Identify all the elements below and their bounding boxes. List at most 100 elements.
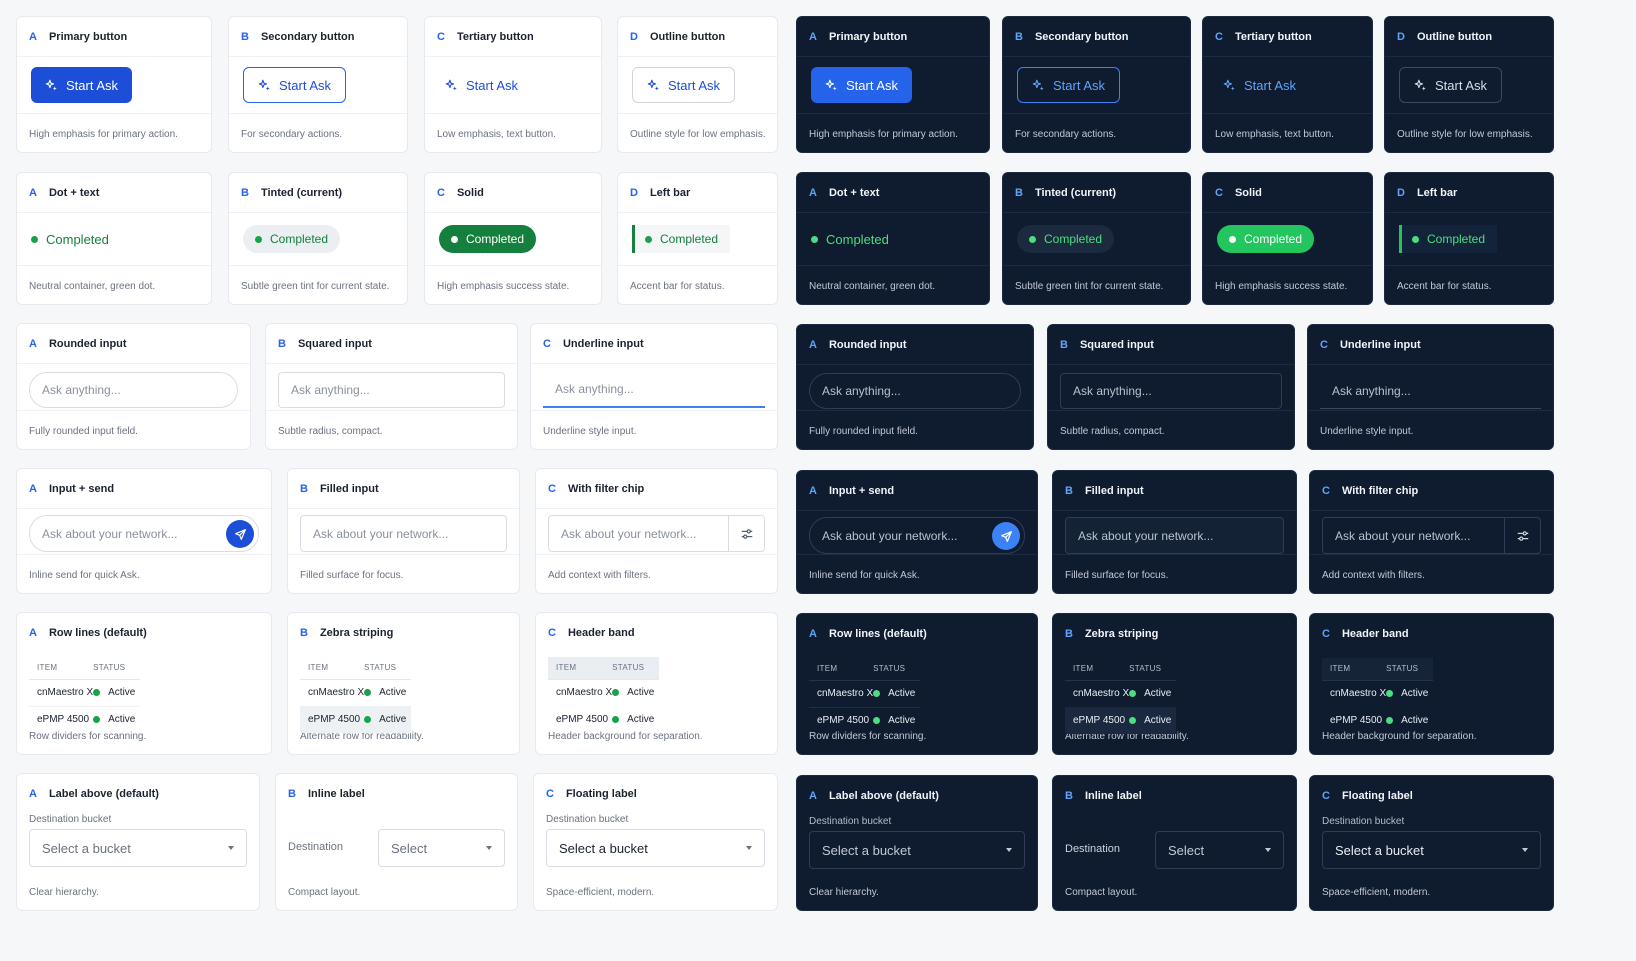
ask-input[interactable]: Ask anything... <box>543 372 765 408</box>
card-description: Underline style input. <box>1320 426 1414 437</box>
card-demo-area: Ask about your network... <box>797 511 1037 555</box>
variant-letter: B <box>300 627 308 639</box>
network-ask-input[interactable]: Ask about your network... <box>1322 517 1541 554</box>
outline-start-ask-button[interactable]: Start Ask <box>1399 67 1503 103</box>
card-header: B Squared input <box>1048 325 1294 365</box>
variant-letter: A <box>809 186 817 199</box>
card-header: C Underline input <box>1308 325 1553 365</box>
bucket-select[interactable]: Select a bucket <box>809 831 1025 869</box>
tables-card-0: A Row lines (default) Row dividers for sca… <box>16 612 272 755</box>
variant-letter: C <box>1215 30 1223 43</box>
bucket-select[interactable]: Select a bucket <box>1322 831 1541 869</box>
sparkle-icon <box>45 79 58 92</box>
column-header-item: ITEM <box>548 657 613 680</box>
card-demo-area: Start Ask <box>17 57 211 114</box>
card-title: Input + send <box>48 482 115 495</box>
card-description: Space-efficient, modern. <box>1322 887 1431 898</box>
card-demo-area: Completed <box>17 213 211 266</box>
table-row[interactable]: cnMaestro X Active <box>29 679 140 707</box>
ask-input[interactable]: Ask anything... <box>1060 373 1282 409</box>
status-dot-icon <box>1386 717 1394 724</box>
device-table: ITEM STATUS cnMaestro X Active ePMP 4500 Acti… <box>1065 658 1176 734</box>
card-description: Compact layout. <box>1065 887 1138 898</box>
ask-input[interactable]: Ask anything... <box>809 373 1021 409</box>
card-header: A Label above (default) <box>17 774 259 814</box>
status-card-2: C Solid Completed High emphasis success sta… <box>1202 172 1373 305</box>
card-demo-area: Completed <box>229 213 407 266</box>
card-header: A Row lines (default) <box>797 614 1037 654</box>
table-row[interactable]: cnMaestro X Active <box>548 679 659 706</box>
card-title: Row lines (default) <box>48 627 147 639</box>
table-row[interactable]: cnMaestro X Active <box>1322 680 1433 707</box>
button-label: Start Ask <box>1053 77 1106 93</box>
card-title: Dot + text <box>48 186 100 199</box>
tertiary-start-ask-button[interactable]: Start Ask <box>1217 67 1302 103</box>
variant-letter: B <box>241 186 249 199</box>
sliders-icon[interactable] <box>1504 518 1540 553</box>
status-dot-icon <box>364 716 372 723</box>
secondary-start-ask-button[interactable]: Start Ask <box>243 67 347 103</box>
card-description: Neutral container, green dot. <box>29 281 156 292</box>
network-ask-input[interactable]: Ask about your network... <box>809 517 1025 554</box>
table-row[interactable]: ePMP 4500 Active <box>1065 707 1176 734</box>
status-cell: Active <box>612 706 658 733</box>
field-label: Destination bucket <box>809 816 892 827</box>
send-icon[interactable] <box>226 520 254 548</box>
column-header-status: STATUS <box>364 657 411 680</box>
card-title: Filled input <box>1084 484 1144 497</box>
card-description: Fully rounded input field. <box>809 426 918 437</box>
ask-input[interactable]: Ask anything... <box>29 372 238 408</box>
table-row[interactable]: cnMaestro X Active <box>809 680 920 708</box>
inputs-card-1: B Squared input Ask anything... Subtle radi… <box>265 323 518 450</box>
sparkle-icon <box>647 79 660 92</box>
select-value: Select a bucket <box>1335 842 1424 858</box>
network-ask-input[interactable]: Ask about your network... <box>29 515 259 552</box>
card-header: D Outline button <box>1385 17 1553 57</box>
variant-letter: A <box>809 628 817 640</box>
ask-input[interactable]: Ask anything... <box>1320 373 1541 409</box>
dark-theme-panel: A Primary button Start Ask High emphasis fo… <box>796 0 1628 961</box>
table-row[interactable]: ePMP 4500 Active <box>548 706 659 733</box>
secondary-start-ask-button[interactable]: Start Ask <box>1017 67 1121 103</box>
card-title: Left bar <box>1416 186 1458 199</box>
ask-input[interactable]: Ask anything... <box>278 372 505 408</box>
variant-letter: A <box>29 627 37 639</box>
send-icon[interactable] <box>992 522 1020 550</box>
table-row[interactable]: ePMP 4500 Active <box>809 707 920 734</box>
variant-letter: C <box>546 788 554 800</box>
item-cell: ePMP 4500 <box>556 714 609 725</box>
status-text: Active <box>888 715 916 727</box>
device-table: ITEM STATUS cnMaestro X Active ePMP 4500 Acti… <box>1322 658 1433 734</box>
sliders-icon[interactable] <box>728 516 764 551</box>
device-table: ITEM STATUS cnMaestro X Active ePMP 4500 Acti… <box>548 657 659 733</box>
status-dot-icon <box>1229 235 1236 243</box>
bucket-select[interactable]: Select a bucket <box>546 829 765 867</box>
network-ask-input[interactable]: Ask about your network... <box>300 515 507 552</box>
table-row[interactable]: cnMaestro X Active <box>1065 680 1176 707</box>
table-row[interactable]: ePMP 4500 Active <box>29 706 140 733</box>
card-title: Row lines (default) <box>828 628 927 640</box>
primary-start-ask-button[interactable]: Start Ask <box>31 67 133 103</box>
status-dot-icon <box>612 689 620 697</box>
card-header: A Rounded input <box>797 325 1033 365</box>
card-demo-area: Ask anything... <box>17 364 250 411</box>
outline-start-ask-button[interactable]: Start Ask <box>632 67 736 103</box>
table-row[interactable]: ePMP 4500 Active <box>1322 707 1433 734</box>
card-description: Underline style input. <box>543 426 637 437</box>
status-label: Completed <box>466 232 525 246</box>
card-header: C Tertiary button <box>1203 17 1372 57</box>
card-header: C Solid <box>1203 173 1372 213</box>
select-value: Select a bucket <box>42 840 131 856</box>
table-row[interactable]: cnMaestro X Active <box>300 679 411 706</box>
table-row[interactable]: ePMP 4500 Active <box>300 706 411 733</box>
input-placeholder: Ask about your network... <box>1078 528 1214 543</box>
inputs-card-2: C Underline input Ask anything... Underline… <box>530 323 778 450</box>
network-ask-input[interactable]: Ask about your network... <box>548 515 765 552</box>
destination-select[interactable]: Select <box>1155 831 1284 869</box>
bucket-select[interactable]: Select a bucket <box>29 829 247 867</box>
destination-select[interactable]: Select <box>378 829 505 867</box>
network-ask-input[interactable]: Ask about your network... <box>1065 517 1284 554</box>
tertiary-start-ask-button[interactable]: Start Ask <box>439 67 524 103</box>
variant-letter: B <box>300 482 308 495</box>
primary-start-ask-button[interactable]: Start Ask <box>811 67 913 103</box>
